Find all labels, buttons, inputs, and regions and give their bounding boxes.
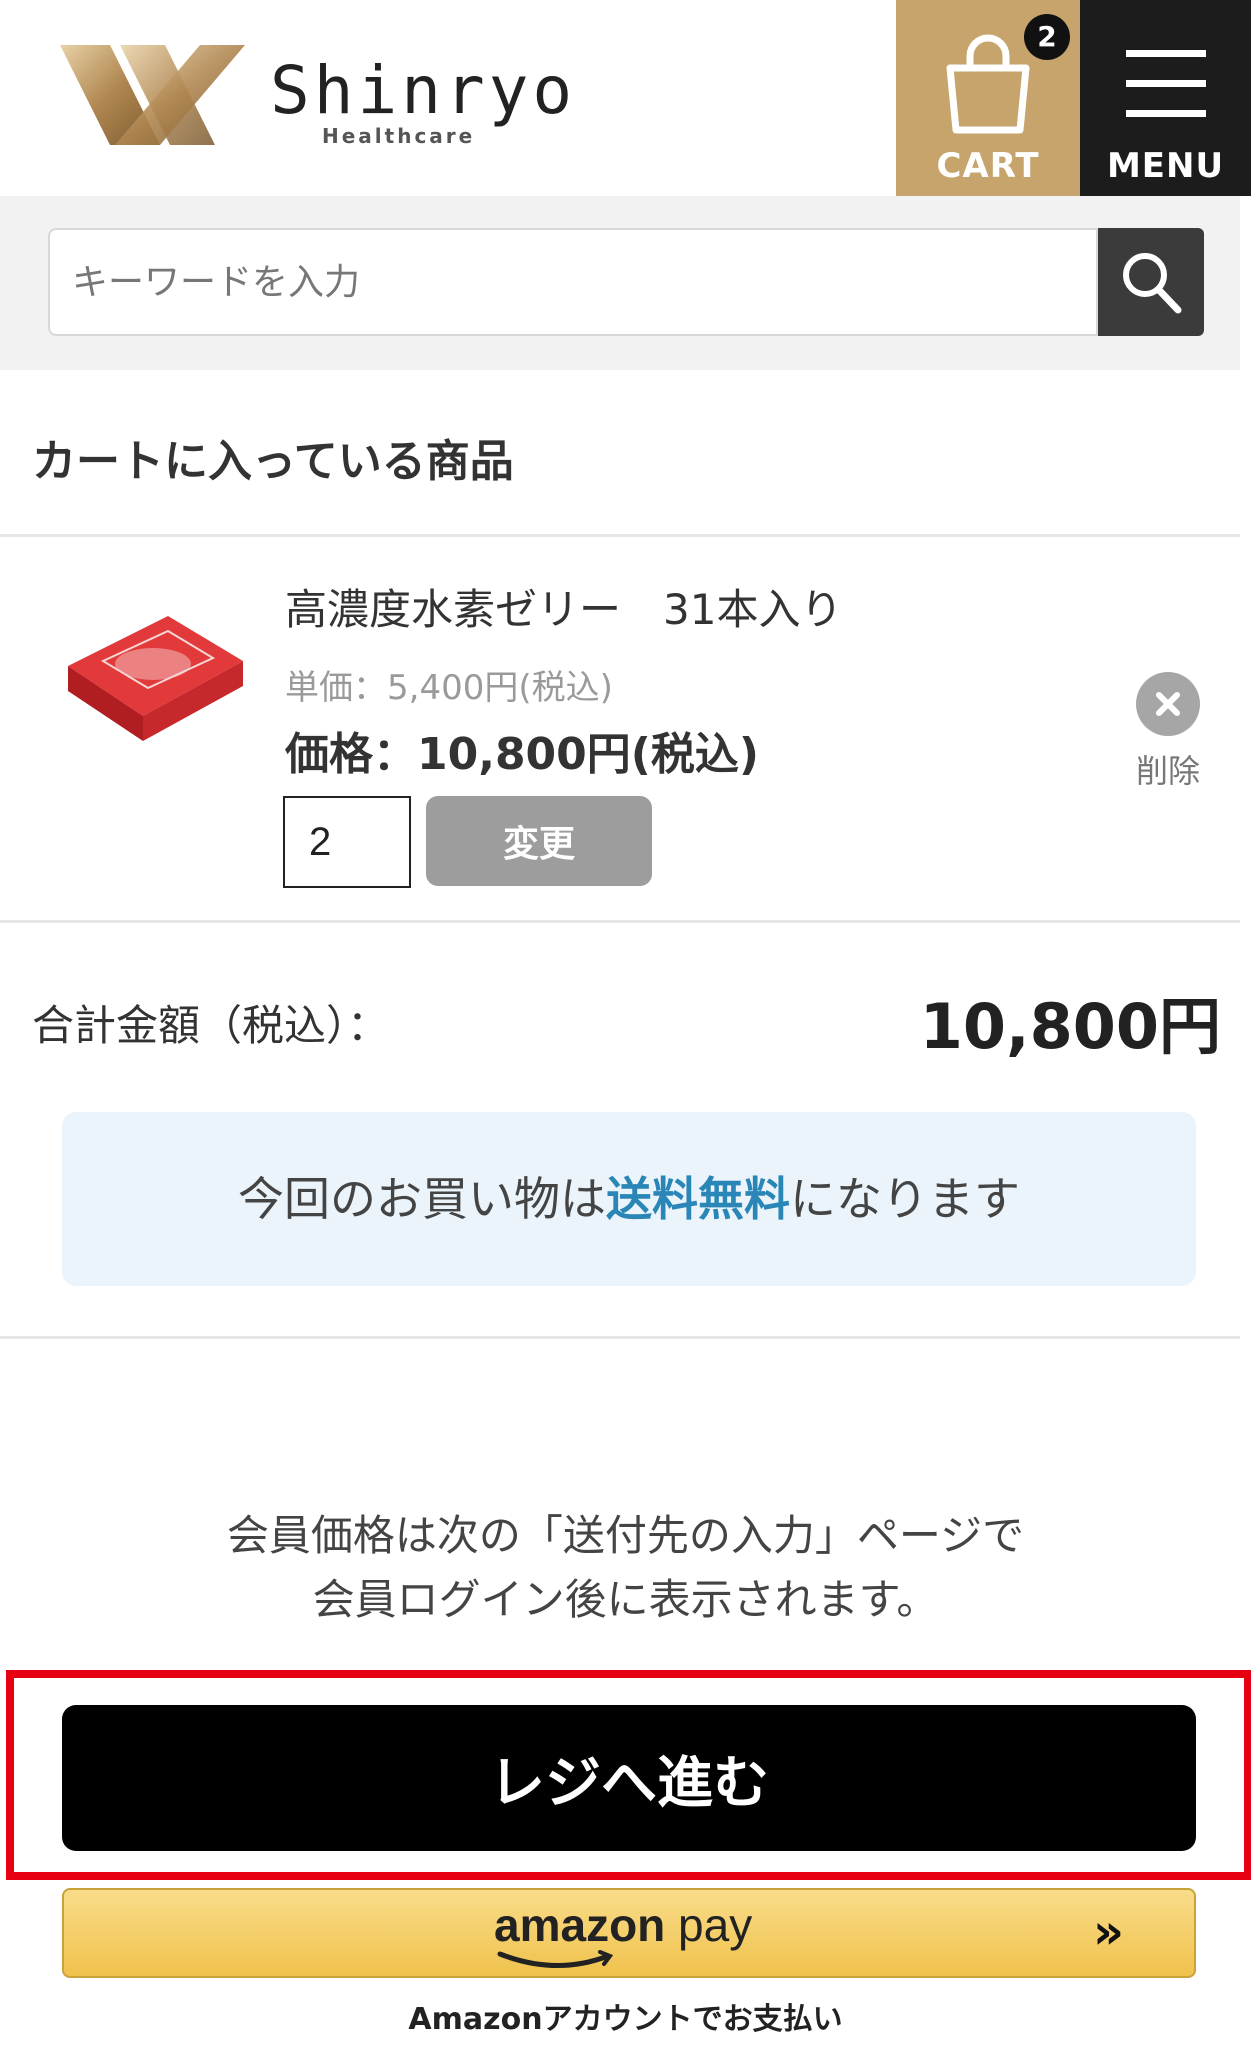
unit-price: 単価：5,400円(税込)	[285, 668, 613, 708]
search-bar	[0, 196, 1240, 370]
member-note-line2: 会員ログイン後に表示されます。	[312, 1575, 939, 1624]
amazon-logo-text: amazon	[494, 1899, 666, 1951]
cart-section-title: カートに入っている商品	[32, 436, 514, 487]
total-label: 合計金額（税込）：	[32, 1001, 390, 1050]
shopping-bag-icon	[946, 34, 1030, 134]
site-logo[interactable]: Shinryo Healthcare	[50, 40, 572, 150]
divider	[0, 534, 1240, 537]
search-field-wrapper	[48, 228, 1098, 336]
logo-subtitle: Healthcare	[322, 124, 476, 148]
double-chevron-right-icon: »	[1092, 1904, 1124, 1960]
menu-button[interactable]: MENU	[1080, 0, 1251, 196]
delete-item-button[interactable]: 削除	[1120, 672, 1216, 792]
menu-label: MENU	[1106, 146, 1225, 186]
cart-count-badge: 2	[1024, 14, 1070, 60]
logo-mark-icon	[60, 45, 245, 145]
hamburger-icon	[1126, 50, 1206, 120]
amazon-pay-caption: Amazonアカウントでお支払い	[408, 2002, 843, 2037]
shipping-free-emphasis: 送料無料	[606, 1172, 790, 1226]
amazon-smile-icon	[497, 1950, 614, 1969]
search-button[interactable]	[1098, 228, 1204, 336]
free-shipping-notice: 今回のお買い物は送料無料になります	[62, 1112, 1196, 1286]
amazon-pay-logo: amazon pay	[494, 1898, 752, 1952]
logo-name: Shinryo	[270, 52, 577, 129]
product-image[interactable]	[48, 606, 248, 756]
quantity-input[interactable]	[283, 796, 411, 888]
delete-label: 削除	[1135, 752, 1200, 790]
shipping-text-post: になります	[790, 1172, 1020, 1226]
change-quantity-button[interactable]: 変更	[426, 796, 652, 886]
checkout-button[interactable]: レジへ進む	[62, 1705, 1196, 1851]
cart-button[interactable]: 2 CART	[896, 0, 1080, 196]
amazon-pay-button[interactable]: amazon pay »	[62, 1888, 1196, 1978]
cart-label: CART	[936, 146, 1040, 186]
total-value: 10,800円	[919, 990, 1221, 1063]
site-header: Shinryo Healthcare 2 CART MENU	[0, 0, 1251, 196]
shipping-text-pre: 今回のお買い物は	[238, 1172, 606, 1226]
close-icon	[1136, 672, 1200, 736]
divider	[0, 1336, 1240, 1339]
search-input[interactable]	[50, 230, 1096, 334]
member-price-note: 会員価格は次の「送付先の入力」ページで 会員ログイン後に表示されます。	[0, 1504, 1251, 1632]
pay-logo-text: pay	[678, 1899, 753, 1951]
divider	[0, 920, 1240, 923]
line-price: 価格：10,800円(税込)	[285, 729, 760, 780]
product-name[interactable]: 高濃度水素ゼリー 31本入り	[285, 576, 842, 637]
search-icon	[1123, 253, 1182, 314]
member-note-line1: 会員価格は次の「送付先の入力」ページで	[226, 1511, 1025, 1560]
